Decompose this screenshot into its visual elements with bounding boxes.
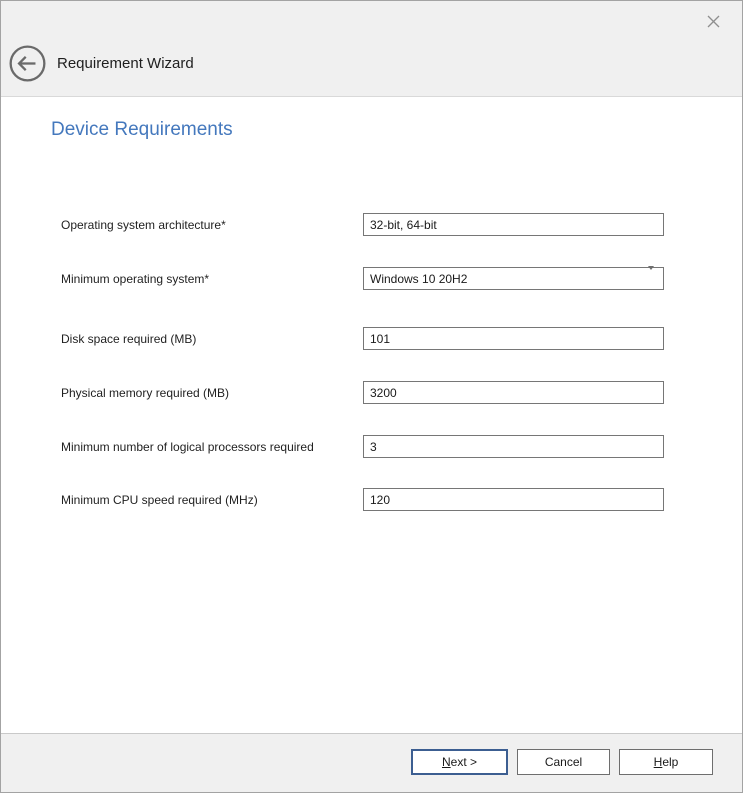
form-row-os-architecture: Operating system architecture* — [61, 213, 671, 236]
logical-processors-input[interactable] — [363, 435, 664, 458]
help-rest: elp — [662, 755, 678, 769]
minimum-os-value: Windows 10 20H2 — [370, 272, 648, 286]
wizard-title: Requirement Wizard — [57, 55, 194, 72]
minimum-os-label: Minimum operating system* — [61, 272, 209, 286]
minimum-os-dropdown[interactable]: Windows 10 20H2 — [363, 267, 664, 290]
chevron-down-icon — [648, 270, 655, 288]
next-rest: ext > — [451, 755, 477, 769]
page-title: Device Requirements — [51, 119, 233, 141]
form-row-cpu-speed: Minimum CPU speed required (MHz) — [61, 488, 671, 511]
disk-space-label: Disk space required (MB) — [61, 332, 196, 346]
form-row-minimum-os: Minimum operating system* Windows 10 20H… — [61, 267, 671, 290]
cancel-label: Cancel — [545, 755, 582, 769]
form-row-disk-space: Disk space required (MB) — [61, 327, 671, 350]
os-architecture-label: Operating system architecture* — [61, 218, 226, 232]
physical-memory-input[interactable] — [363, 381, 664, 404]
cpu-speed-label: Minimum CPU speed required (MHz) — [61, 493, 258, 507]
os-architecture-input[interactable] — [363, 213, 664, 236]
form-row-logical-processors: Minimum number of logical processors req… — [61, 435, 671, 458]
cancel-button[interactable]: Cancel — [517, 749, 610, 775]
close-x-glyph — [707, 15, 720, 28]
logical-processors-label: Minimum number of logical processors req… — [61, 440, 314, 454]
help-button[interactable]: Help — [619, 749, 713, 775]
requirement-wizard-window: Requirement Wizard Device Requirements O… — [0, 0, 743, 793]
next-button[interactable]: Next > — [411, 749, 508, 775]
close-icon[interactable] — [703, 11, 723, 31]
header-row: Requirement Wizard — [8, 44, 194, 82]
form-row-physical-memory: Physical memory required (MB) — [61, 381, 671, 404]
wizard-footer: Next > Cancel Help — [1, 733, 742, 792]
back-arrow-icon[interactable] — [8, 44, 47, 83]
wizard-header: Requirement Wizard — [1, 1, 742, 97]
next-accel: N — [442, 755, 451, 769]
wizard-page: Device Requirements Operating system arc… — [1, 97, 742, 733]
cpu-speed-input[interactable] — [363, 488, 664, 511]
disk-space-input[interactable] — [363, 327, 664, 350]
physical-memory-label: Physical memory required (MB) — [61, 386, 229, 400]
